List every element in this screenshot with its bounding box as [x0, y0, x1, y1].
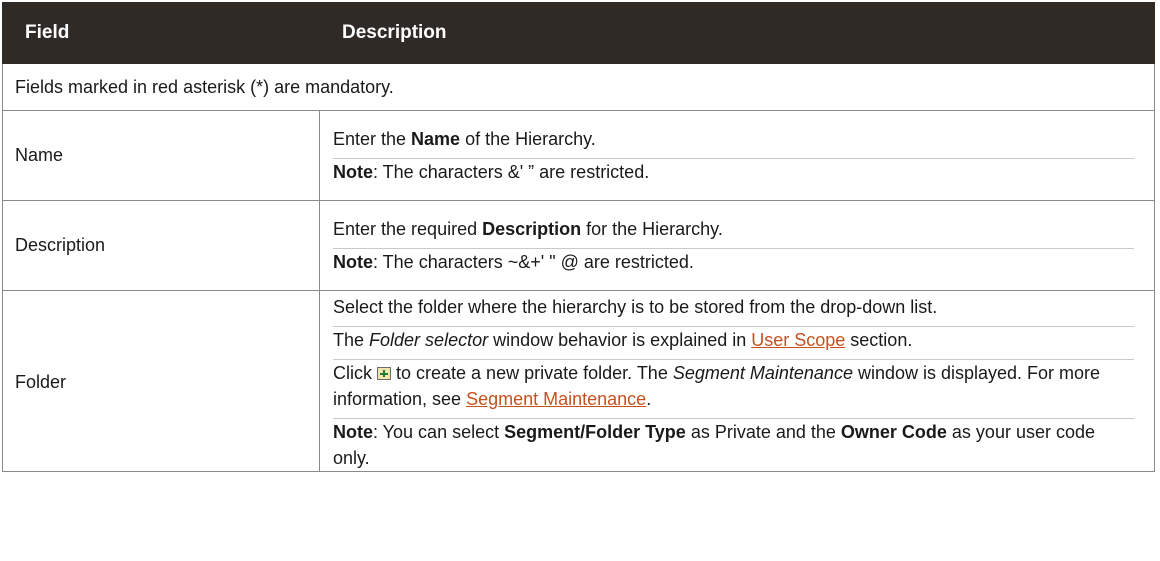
header-description: Description	[319, 2, 1155, 64]
field-description-table: Field Description Fields marked in red a…	[2, 2, 1155, 472]
desc-cell-description: Enter the required Description for the H…	[319, 200, 1155, 291]
user-scope-link[interactable]: User Scope	[751, 330, 845, 350]
new-folder-icon[interactable]	[377, 367, 391, 380]
text: : You can select	[373, 422, 505, 442]
bold-text: Segment/Folder Type	[504, 422, 686, 442]
text: for the Hierarchy.	[581, 219, 723, 239]
note-text: : The characters &' ” are restricted.	[373, 162, 650, 182]
folder-note: Note: You can select Segment/Folder Type…	[333, 418, 1134, 471]
folder-line2: The Folder selector window behavior is e…	[333, 326, 1134, 353]
desc-cell-name: Enter the Name of the Hierarchy. Note: T…	[319, 110, 1155, 201]
header-field: Field	[2, 2, 320, 64]
bold-text: Owner Code	[840, 422, 947, 442]
folder-line1: Select the folder where the hierarchy is…	[333, 297, 938, 317]
table-row-description: Description Enter the required Descripti…	[2, 200, 1155, 291]
description-note: Note: The characters ~&+' " @ are restri…	[333, 248, 1134, 275]
field-cell-name: Name	[2, 110, 320, 201]
italic-text: Folder selector	[369, 330, 489, 350]
text: .	[646, 389, 652, 409]
note-label: Note	[333, 252, 373, 272]
desc-cell-folder: Select the folder where the hierarchy is…	[319, 290, 1155, 472]
text: Enter the required	[333, 219, 483, 239]
field-cell-description: Description	[2, 200, 320, 291]
bold-text: Name	[411, 129, 461, 149]
text: of the Hierarchy.	[460, 129, 596, 149]
table-row-name: Name Enter the Name of the Hierarchy. No…	[2, 110, 1155, 201]
text: Enter the	[333, 129, 412, 149]
bold-text: Description	[482, 219, 582, 239]
folder-line3: Click to create a new private folder. Th…	[333, 359, 1134, 412]
table-row-folder: Folder Select the folder where the hiera…	[2, 290, 1155, 472]
note-text: : The characters ~&+' " @ are restricted…	[373, 252, 694, 272]
name-line1: Enter the Name of the Hierarchy.	[333, 126, 1134, 152]
text: window behavior is explained in	[488, 330, 752, 350]
text: Click	[333, 363, 377, 383]
name-note: Note: The characters &' ” are restricted…	[333, 158, 1134, 185]
segment-maintenance-link[interactable]: Segment Maintenance	[466, 389, 646, 409]
mandatory-note: Fields marked in red asterisk (*) are ma…	[2, 63, 1155, 111]
description-line1: Enter the required Description for the H…	[333, 216, 1134, 242]
text: to create a new private folder. The	[391, 363, 673, 383]
text: as Private and the	[685, 422, 841, 442]
text: section.	[845, 330, 913, 350]
italic-text: Segment Maintenance	[672, 363, 853, 383]
text: The	[333, 330, 370, 350]
table-row-mandatory-note: Fields marked in red asterisk (*) are ma…	[2, 63, 1155, 111]
note-label: Note	[333, 162, 373, 182]
note-label: Note	[333, 422, 373, 442]
table-header-row: Field Description	[2, 2, 1155, 64]
field-cell-folder: Folder	[2, 290, 320, 472]
